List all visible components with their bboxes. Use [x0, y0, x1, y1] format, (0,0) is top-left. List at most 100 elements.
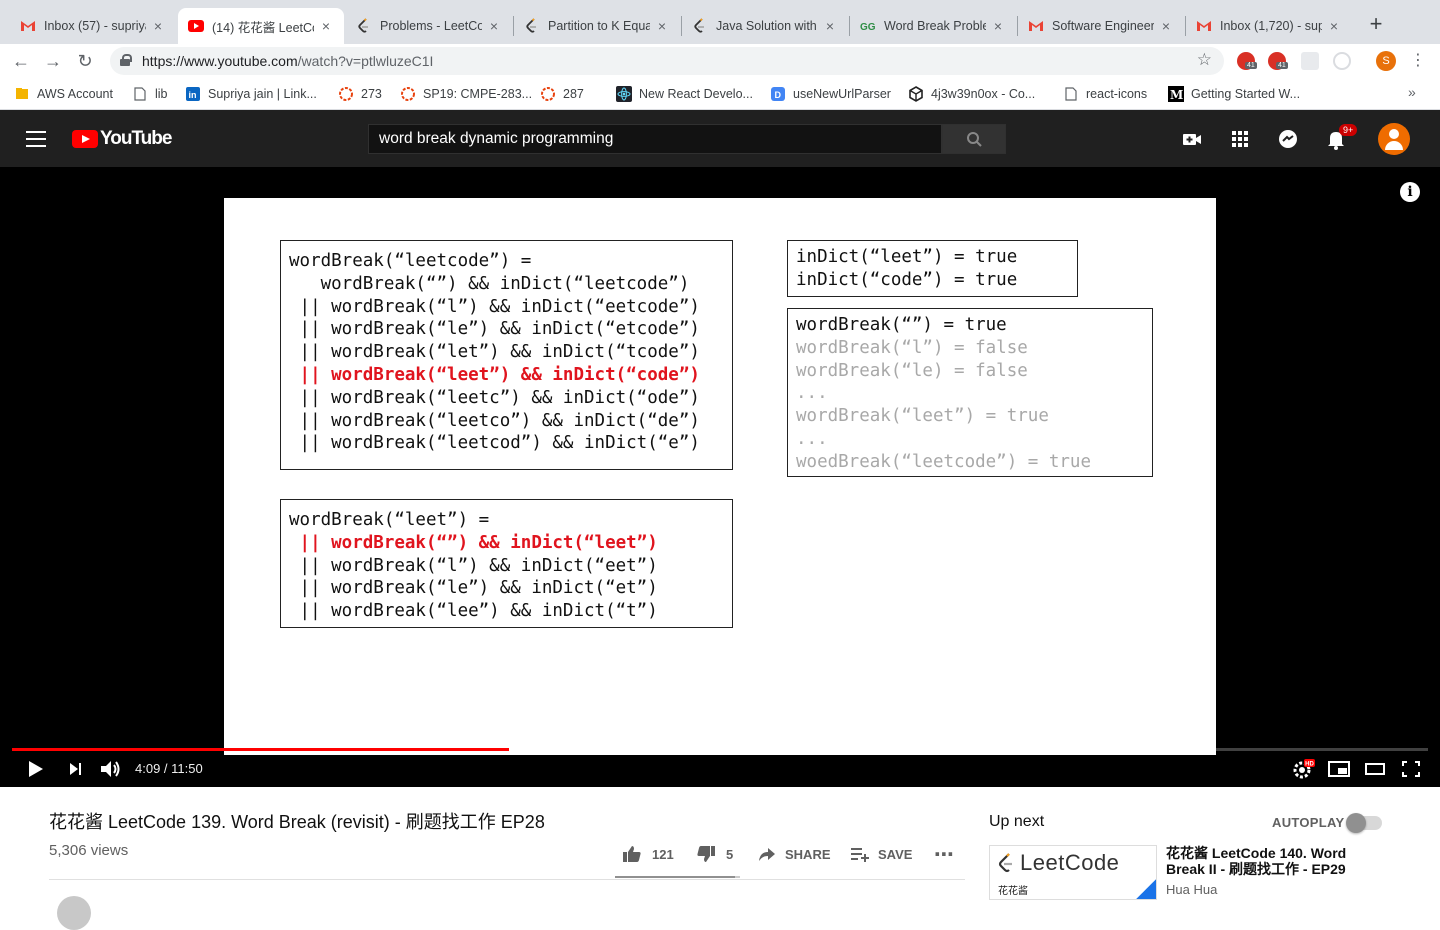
bookmark-item[interactable]: New React Develo...	[616, 84, 753, 104]
close-tab-icon[interactable]: ×	[1158, 18, 1174, 34]
bookmark-item[interactable]: 273	[338, 84, 382, 104]
close-tab-icon[interactable]: ×	[654, 18, 670, 34]
channel-avatar[interactable]	[57, 896, 91, 930]
theater-mode-icon[interactable]	[1362, 755, 1388, 783]
browser-tab[interactable]: Java Solution with ×	[682, 8, 848, 44]
browser-tab[interactable]: (14) 花花酱 LeetCo ×	[178, 8, 344, 44]
bookmark-star-icon[interactable]: ☆	[1197, 50, 1212, 70]
account-avatar[interactable]	[1378, 123, 1410, 155]
settings-gear-icon[interactable]: HD	[1290, 755, 1316, 783]
browser-tab-title: (14) 花花酱 LeetCo	[212, 20, 314, 35]
close-tab-icon[interactable]: ×	[1326, 18, 1342, 34]
forward-icon[interactable]: →	[40, 48, 66, 74]
chrome-menu-icon[interactable]: ⋮	[1410, 50, 1426, 70]
bookmark-item[interactable]: 287	[540, 84, 584, 104]
back-icon[interactable]: ←	[8, 48, 34, 74]
page-icon	[1063, 86, 1079, 102]
close-tab-icon[interactable]: ×	[318, 18, 334, 34]
leetcode-icon	[356, 18, 372, 34]
add-to-playlist-icon	[851, 848, 869, 862]
thumbs-down-icon	[697, 846, 715, 862]
code-line: || wordBreak(“leet”) && inDict(“code”)	[289, 364, 700, 385]
close-tab-icon[interactable]: ×	[990, 18, 1006, 34]
view-count: 5,306 views	[49, 842, 129, 859]
bookmark-item[interactable]: lib	[132, 84, 168, 104]
apps-grid-icon[interactable]	[1229, 128, 1251, 150]
next-video-thumbnail[interactable]: LeetCode 花花酱	[989, 845, 1157, 900]
search-input[interactable]: word break dynamic programming	[368, 124, 942, 154]
bookmark-item[interactable]: AWS Account	[14, 84, 113, 104]
like-button[interactable]: 121	[622, 844, 674, 864]
code-box-indict: inDict(“leet”) = true inDict(“code”) = tr…	[787, 240, 1078, 297]
search-button[interactable]	[942, 124, 1006, 154]
code-line: woedBreak(“leetcode”) = true	[796, 451, 1092, 472]
info-icon[interactable]: i	[1400, 182, 1420, 202]
video-player[interactable]: i wordBreak(“leetcode”) = wordBreak(“”) …	[0, 167, 1440, 787]
bookmark-item[interactable]: in Supriya jain | Link...	[185, 84, 317, 104]
browser-tab[interactable]: Partition to K Equa ×	[514, 8, 680, 44]
bookmark-item[interactable]: DuseNewUrlParser	[770, 84, 891, 104]
youtube-play-logo-icon	[72, 130, 98, 148]
time-display: 4:09 / 11:50	[135, 761, 203, 776]
divider	[49, 879, 965, 880]
next-video-channel[interactable]: Hua Hua	[1166, 882, 1217, 897]
dislike-button[interactable]: 5	[696, 844, 733, 864]
browser-tab[interactable]: Software Engineer ×	[1018, 8, 1184, 44]
browser-tab[interactable]: Inbox (1,720) - sup ×	[1186, 8, 1352, 44]
bookmark-item[interactable]: M Getting Started W...	[1168, 84, 1300, 104]
share-arrow-icon	[759, 848, 775, 861]
page-icon	[132, 86, 148, 102]
youtube-logo[interactable]: YouTube	[72, 128, 172, 150]
url-text[interactable]: https://www.youtube.com/watch?v=ptlwluze…	[142, 53, 433, 69]
next-video-title[interactable]: 花花酱 LeetCode 140. Word Break II - 刷题找工作 …	[1166, 845, 1366, 877]
bookmark-item[interactable]: 4j3w39n0ox - Co...	[908, 84, 1035, 104]
extension-adblock-icon[interactable]: 41	[1237, 52, 1257, 70]
autoplay-toggle[interactable]	[1346, 813, 1382, 833]
code-line: || wordBreak(“le”) && inDict(“et”)	[289, 578, 658, 599]
extension-adblock-plus-icon[interactable]: 41	[1268, 52, 1288, 70]
youtube-masthead: YouTube word break dynamic programming	[0, 110, 1440, 167]
create-video-icon[interactable]	[1181, 128, 1203, 150]
code-line: inDict(“code”) = true	[796, 269, 1018, 290]
code-box-memo: wordBreak(“”) = true wordBreak(“l”) = fal…	[787, 308, 1153, 477]
bookmark-item[interactable]: react-icons	[1063, 84, 1147, 104]
code-line: ...	[796, 383, 828, 404]
fullscreen-icon[interactable]	[1398, 755, 1424, 783]
next-video-icon[interactable]	[62, 755, 88, 783]
volume-icon[interactable]	[98, 755, 124, 783]
address-bar[interactable]: https://www.youtube.com/watch?v=ptlwluze…	[110, 47, 1224, 75]
share-button[interactable]: SHARE	[757, 844, 831, 864]
chrome-profile-avatar[interactable]: S	[1376, 51, 1396, 71]
seek-bar[interactable]	[12, 748, 1428, 751]
medium-icon: M	[1168, 86, 1184, 102]
bookmark-item[interactable]: SP19: CMPE-283...	[400, 84, 532, 104]
bookmark-label: 4j3w39n0ox - Co...	[931, 87, 1036, 101]
code-line: || wordBreak(“let”) && inDict(“tcode”)	[289, 342, 700, 363]
miniplayer-icon[interactable]	[1326, 755, 1352, 783]
extension-generic-icon[interactable]	[1301, 52, 1319, 70]
browser-tab[interactable]: Problems - LeetCo ×	[346, 8, 512, 44]
more-actions-icon[interactable]: ⋯	[934, 844, 954, 866]
reload-icon[interactable]: ↻	[72, 48, 98, 74]
extension-circle-icon[interactable]	[1333, 52, 1351, 70]
menu-icon[interactable]	[26, 131, 46, 147]
save-button[interactable]: SAVE	[850, 844, 912, 864]
browser-tab[interactable]: Inbox (57) - supriya ×	[10, 8, 176, 44]
autoplay-label: AUTOPLAY	[1272, 815, 1345, 830]
bookmarks-overflow-icon[interactable]: »	[1408, 84, 1416, 100]
bookmark-label: 273	[361, 87, 382, 101]
video-title: 花花酱 LeetCode 139. Word Break (revisit) -…	[49, 812, 545, 832]
play-icon[interactable]	[22, 755, 48, 783]
bookmark-label: 287	[563, 87, 584, 101]
messages-icon[interactable]	[1277, 128, 1299, 150]
browser-tab[interactable]: GG Word Break Proble ×	[850, 8, 1016, 44]
mongo-icon: D	[770, 86, 786, 102]
url-host: https://www.youtube.com	[142, 53, 298, 69]
code-line: || wordBreak(“leetco”) && inDict(“de”)	[289, 410, 700, 431]
close-tab-icon[interactable]: ×	[486, 18, 502, 34]
close-tab-icon[interactable]: ×	[150, 18, 166, 34]
new-tab-icon[interactable]: +	[1364, 12, 1388, 36]
search-icon	[967, 132, 982, 147]
close-tab-icon[interactable]: ×	[822, 18, 838, 34]
leetcode-ring-icon	[400, 86, 416, 102]
